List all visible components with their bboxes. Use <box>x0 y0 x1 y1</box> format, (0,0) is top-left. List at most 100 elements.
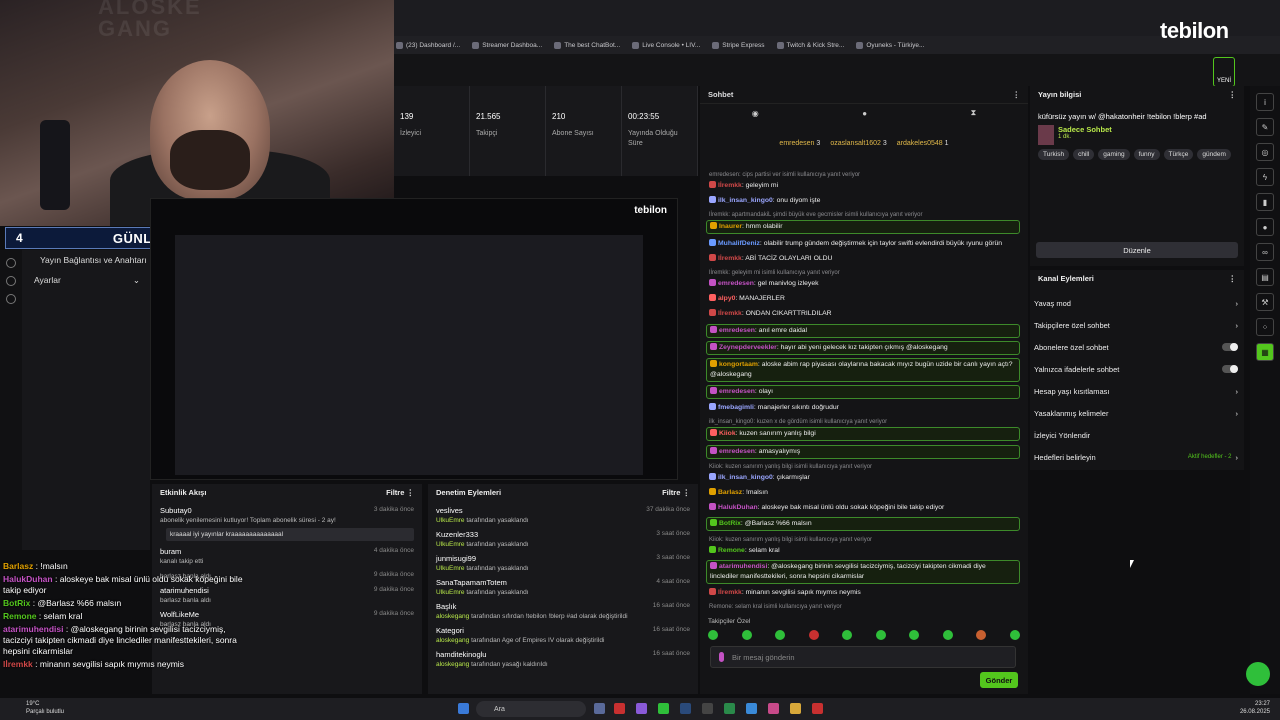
channel-action-item[interactable]: Hesap yaşı kısıtlaması › <box>1030 380 1244 402</box>
chat-message[interactable]: Inaurer: hmm olabilir <box>706 220 1020 235</box>
steam-icon[interactable] <box>680 703 691 714</box>
send-button[interactable]: Gönder <box>980 672 1018 688</box>
activity-feed-filter[interactable]: Filtre ⋮ <box>386 488 414 497</box>
chat-message[interactable]: ilk_insan_kingo0: onu diyom işte <box>706 195 1020 207</box>
users-icon[interactable]: ◉ <box>752 109 759 118</box>
toggle-switch[interactable] <box>1222 343 1238 351</box>
moderation-filter[interactable]: Filtre ⋮ <box>662 488 690 497</box>
app-icon[interactable] <box>812 703 823 714</box>
chat-message[interactable]: ilk_insan_kingo0: çıkarmışlar <box>706 472 1020 484</box>
app-icon[interactable] <box>614 703 625 714</box>
nodes-icon[interactable]: ⁘ <box>1256 318 1274 336</box>
edit-button[interactable]: Düzenle <box>1036 242 1238 258</box>
taskbar-search[interactable]: Ara <box>476 701 586 717</box>
emote[interactable] <box>741 630 752 640</box>
emote[interactable] <box>976 630 987 640</box>
chat-message[interactable]: MuhalifDeniz: olabilir trump gündem deği… <box>706 238 1020 250</box>
chat-message[interactable]: alpy0: MANAJERLER <box>706 293 1020 305</box>
new-feature-button[interactable]: YENİ <box>1213 57 1235 87</box>
folder-icon[interactable] <box>790 703 801 714</box>
chat-message[interactable]: emredesen: anıl emre daidal <box>706 323 1020 338</box>
wrench-icon[interactable]: ⚒ <box>1256 293 1274 311</box>
more-icon[interactable]: ⋮ <box>1229 90 1237 99</box>
chat-message[interactable]: lİremkk: ABİ TACİZ OLAYLARI OLDU <box>706 253 1020 265</box>
calendar-icon[interactable]: ▤ <box>1256 268 1274 286</box>
tag-chip[interactable]: chill <box>1073 149 1095 160</box>
chat-message[interactable]: BotRix: @Barlasz %66 malsın <box>706 517 1020 532</box>
grid-icon[interactable]: ▦ <box>1256 343 1274 361</box>
info-icon[interactable]: i <box>1256 93 1274 111</box>
bookmark-item[interactable]: The best ChatBot... <box>554 41 620 49</box>
channel-action-item[interactable]: Yalnızca ifadelerle sohbet <box>1030 358 1244 380</box>
chat-bubble-icon[interactable]: ● <box>862 109 867 118</box>
emote[interactable] <box>775 630 786 640</box>
app-icon[interactable] <box>702 703 713 714</box>
tag-chip[interactable]: Türkçe <box>1163 149 1194 160</box>
bolt-icon[interactable]: ϟ <box>1256 168 1274 186</box>
spotify-icon[interactable] <box>658 703 669 714</box>
support-chat-button[interactable] <box>1246 662 1270 686</box>
gear-icon[interactable] <box>6 294 16 304</box>
bookmark-item[interactable]: Stripe Express <box>712 41 765 49</box>
channel-action-item[interactable]: Yasaklanmış kelimeler › <box>1030 402 1244 424</box>
history-icon[interactable] <box>6 258 16 268</box>
info-icon[interactable] <box>6 276 16 286</box>
bookmark-item[interactable]: Streamer Dashboa... <box>472 41 542 49</box>
emote[interactable] <box>808 630 819 640</box>
chat-message[interactable]: kongortaam: aloske abim rap piyasası ola… <box>706 357 1020 382</box>
bookmark-item[interactable]: Twitch & Kick Stre... <box>776 41 844 49</box>
channel-action-item[interactable]: Yavaş mod › <box>1030 292 1244 314</box>
chat-message[interactable]: lİremkk: minanın sevgilisi sapık mıymıs … <box>706 587 1020 599</box>
user-badge-icon <box>709 294 716 302</box>
target-icon[interactable]: ◎ <box>1256 143 1274 161</box>
instagram-icon[interactable] <box>768 703 779 714</box>
link-icon[interactable]: ∞ <box>1256 243 1274 261</box>
chat-message[interactable]: Kiiok: kuzen sanırım yanlış bilgi <box>706 427 1020 442</box>
toggle-switch[interactable] <box>1222 365 1238 373</box>
excel-icon[interactable] <box>724 703 735 714</box>
emote[interactable] <box>708 630 718 640</box>
chat-message[interactable]: HalukDuhan: aloskeye bak misal ünlü oldu… <box>706 502 1020 514</box>
chat-message[interactable]: emredesen: olayı <box>706 385 1020 400</box>
chat-message[interactable]: lİremkk: ONDAN CIKARTTRILDILAR <box>706 308 1020 320</box>
chat-message[interactable]: Barlasz: !malsın <box>706 487 1020 499</box>
chat-message[interactable]: lİremkk: geleyim mi <box>706 180 1020 192</box>
tag-chip[interactable]: gaming <box>1098 149 1130 160</box>
bookmark-item[interactable]: Live Console • LIV... <box>632 41 700 49</box>
chat-message[interactable]: atarimuhendisi: @aloskegang birinin sevg… <box>706 559 1020 584</box>
more-icon[interactable]: ⋮ <box>1229 274 1237 283</box>
stream-connection-link[interactable]: Yayın Bağlantısı ve Anahtarı <box>22 250 150 265</box>
chat-message[interactable]: emredesen: gel manivlog izleyek <box>706 278 1020 290</box>
trash-icon[interactable]: ▮ <box>1256 193 1274 211</box>
weather-widget[interactable]: 19°C Parçalı bulutlu <box>26 700 64 716</box>
settings-menu[interactable]: Ayarlar ⌄ <box>22 265 150 286</box>
app-icon[interactable] <box>594 703 605 714</box>
app-icon[interactable] <box>636 703 647 714</box>
channel-action-item[interactable]: Abonelere özel sohbet <box>1030 336 1244 358</box>
emote[interactable] <box>842 630 853 640</box>
chat-icon[interactable]: ● <box>1256 218 1274 236</box>
tag-chip[interactable]: funny <box>1133 149 1160 160</box>
channel-action-item[interactable]: Takipçilere özel sohbet › <box>1030 314 1244 336</box>
chat-message[interactable]: Zeynepderveekler: hayır abi yeni gelecek… <box>706 340 1020 355</box>
tag-chip[interactable]: Turkish <box>1038 149 1070 160</box>
chat-message[interactable]: emredesen: amasyalıymış <box>706 444 1020 459</box>
app-icon[interactable] <box>746 703 757 714</box>
emote[interactable] <box>909 630 920 640</box>
more-icon[interactable]: ⋮ <box>1013 90 1021 99</box>
emote[interactable] <box>942 630 953 640</box>
bookmark-item[interactable]: Oyuneks - Türkiye... <box>856 41 924 49</box>
pencil-icon[interactable]: ✎ <box>1256 118 1274 136</box>
emote[interactable] <box>875 630 886 640</box>
hourglass-icon[interactable]: ⧗ <box>971 108 977 118</box>
channel-action-item[interactable]: Hedefleri belirleyin Aktif hedefler - 2 › <box>1030 446 1244 468</box>
chat-message[interactable]: fmebagimli: manajerler sıkıntı doğrudur <box>706 402 1020 414</box>
chat-message[interactable]: Remone: selam kral <box>706 545 1020 557</box>
bookmark-item[interactable]: (23) Dashboard /... <box>396 41 460 49</box>
system-clock[interactable]: 23:27 26.08.2025 <box>1240 700 1270 716</box>
chat-input[interactable]: Bir mesaj gönderin <box>710 646 1016 668</box>
channel-action-item[interactable]: İzleyici Yönlendir <box>1030 424 1244 446</box>
windows-start-icon[interactable] <box>458 703 469 714</box>
tag-chip[interactable]: gündem <box>1197 149 1231 160</box>
emote[interactable] <box>1009 630 1020 640</box>
